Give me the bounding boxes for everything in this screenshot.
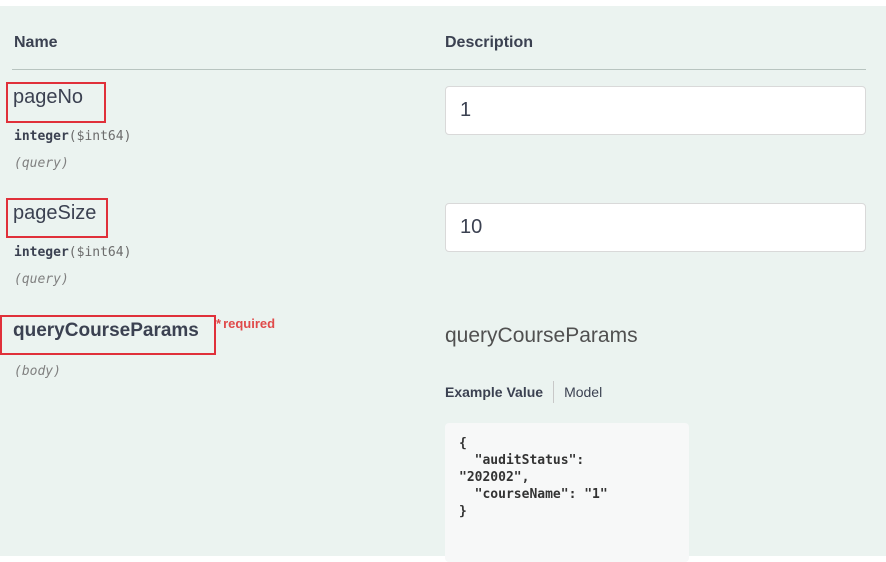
column-header-description: Description (445, 34, 534, 51)
column-header-name: Name (14, 34, 58, 51)
pageNo-input[interactable]: 1 (445, 86, 866, 135)
param-type-pageSize: integer($int64) (14, 245, 131, 260)
param-type-pageNo: integer($int64) (14, 129, 131, 144)
highlight-box-pageSize (6, 198, 108, 238)
required-marker: * required (216, 316, 275, 331)
param-in-pageSize: (query) (14, 272, 69, 287)
body-schema-title: queryCourseParams (445, 324, 638, 347)
tab-example-value[interactable]: Example Value (445, 384, 553, 400)
required-label: required (223, 316, 276, 331)
param-format-label: ($int64) (68, 245, 132, 260)
example-model-tabs: Example Value Model (445, 381, 602, 403)
param-in-queryCourseParams: (body) (14, 364, 61, 379)
pageSize-input[interactable]: 10 (445, 203, 866, 252)
tab-model[interactable]: Model (554, 384, 602, 400)
required-star-icon: * (216, 316, 222, 331)
param-in-pageNo: (query) (14, 156, 69, 171)
header-divider (12, 69, 866, 70)
param-format-label: ($int64) (68, 129, 132, 144)
example-value-code[interactable]: { "auditStatus": "202002", "courseName":… (445, 423, 689, 562)
highlight-box-queryCourseParams (0, 315, 216, 355)
parameters-panel: Name Description pageNo integer($int64) … (0, 6, 886, 562)
param-type-label: integer (14, 129, 69, 144)
highlight-box-pageNo (6, 82, 106, 123)
param-type-label: integer (14, 245, 69, 260)
